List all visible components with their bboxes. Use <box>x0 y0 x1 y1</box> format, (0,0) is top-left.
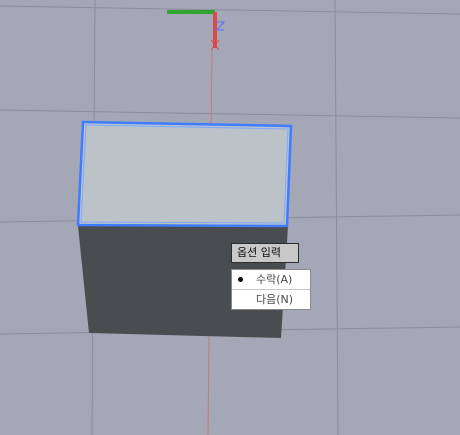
option-label: 수락(A) <box>256 273 293 286</box>
option-list: 수락(A) 다음(N) <box>231 269 311 310</box>
option-next[interactable]: 다음(N) <box>232 289 310 309</box>
axis-gizmo <box>167 10 226 51</box>
grid-line <box>0 5 460 15</box>
option-accept[interactable]: 수락(A) <box>232 270 310 289</box>
option-input-title: 옵션 입력 <box>231 243 299 263</box>
grid-line <box>334 0 339 435</box>
3d-viewport[interactable]: 옵션 입력 수락(A) 다음(N) <box>0 0 460 435</box>
selected-bullet-icon <box>238 277 243 282</box>
viewport-scene <box>0 0 460 435</box>
z-axis-label-icon <box>215 21 226 31</box>
option-label: 다음(N) <box>256 293 294 306</box>
grid-line <box>0 109 460 119</box>
box-top-face[interactable] <box>78 122 291 226</box>
